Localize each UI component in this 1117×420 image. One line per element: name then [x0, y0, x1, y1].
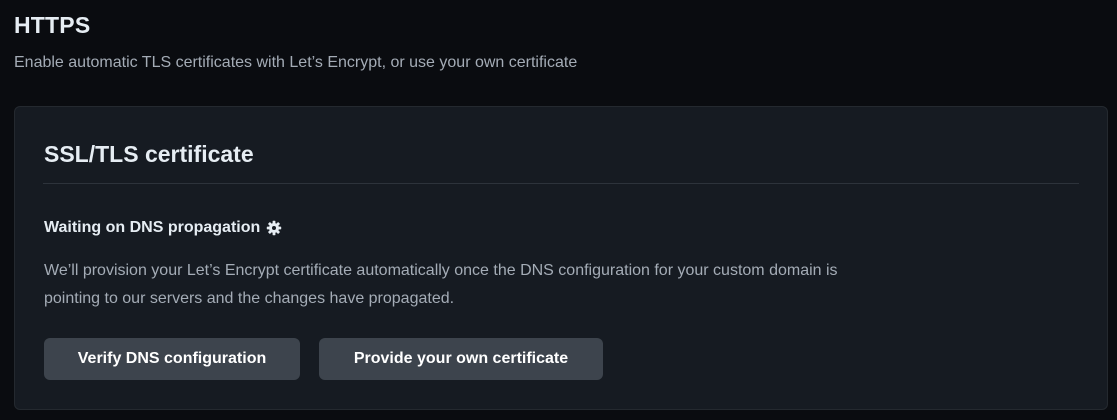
- verify-dns-button[interactable]: Verify DNS configuration: [44, 338, 300, 380]
- divider: [43, 183, 1079, 184]
- ssl-certificate-card: SSL/TLS certificate Waiting on DNS propa…: [14, 106, 1108, 410]
- status-row: Waiting on DNS propagation: [44, 219, 282, 237]
- status-label: Waiting on DNS propagation: [44, 219, 261, 236]
- status-description: We’ll provision your Let’s Encrypt certi…: [44, 262, 838, 307]
- card-title: SSL/TLS certificate: [44, 141, 254, 167]
- section-description: Enable automatic TLS certificates with L…: [14, 54, 578, 71]
- gear-icon: [266, 220, 282, 236]
- provide-own-certificate-button[interactable]: Provide your own certificate: [319, 338, 603, 380]
- section-title: HTTPS: [14, 12, 91, 38]
- https-settings-page: HTTPS Enable automatic TLS certificates …: [0, 0, 1117, 420]
